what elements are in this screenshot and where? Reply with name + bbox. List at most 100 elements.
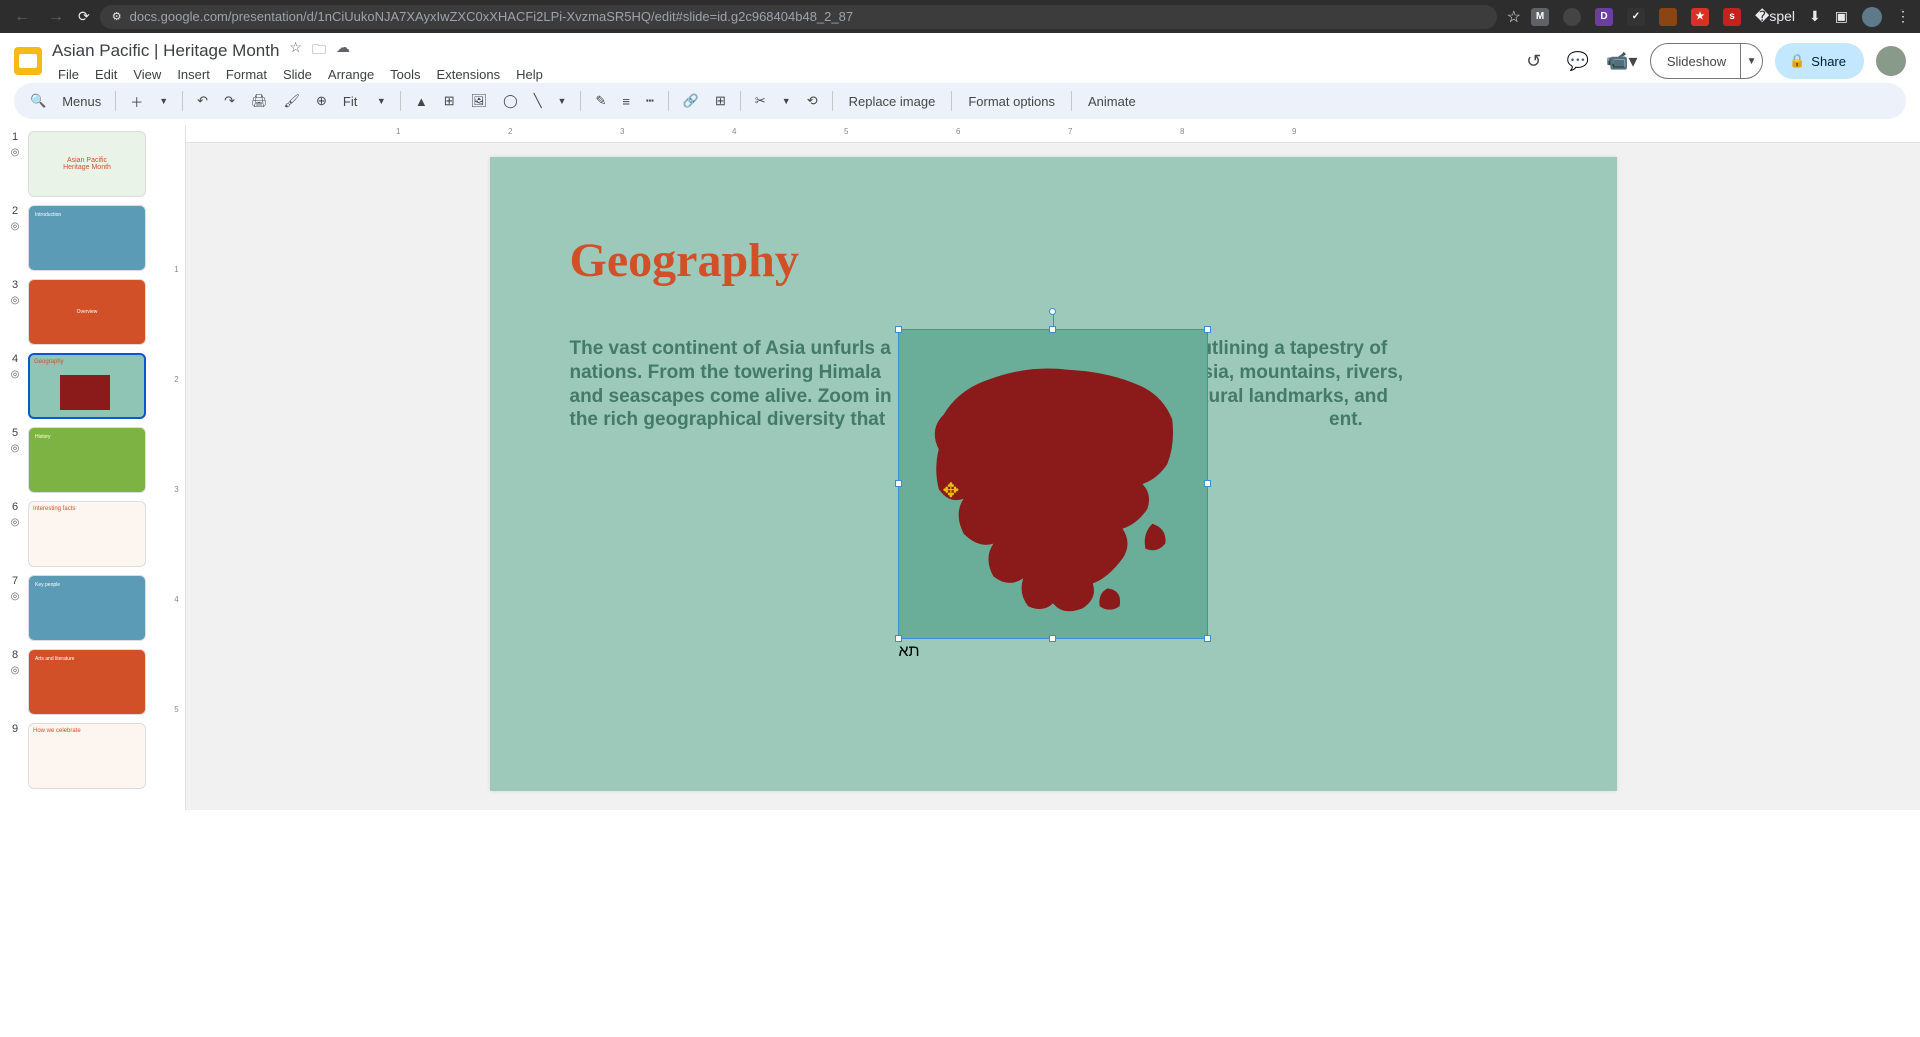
- line-dropdown-icon[interactable]: ▼: [552, 92, 573, 110]
- paint-format-icon[interactable]: 🖌: [277, 89, 306, 113]
- slides-logo-icon[interactable]: [14, 47, 42, 75]
- replace-image-button[interactable]: Replace image: [841, 90, 944, 113]
- menu-arrange[interactable]: Arrange: [322, 65, 380, 84]
- new-slide-icon[interactable]: ＋: [124, 88, 149, 115]
- search-icon[interactable]: 🔍: [24, 89, 52, 113]
- star-icon[interactable]: ☆: [1507, 7, 1521, 27]
- border-dash-icon[interactable]: ┅: [640, 89, 660, 113]
- zoom-dropdown-icon[interactable]: ▼: [371, 92, 392, 110]
- slide-thumb-9[interactable]: 9 How we celebrate: [8, 723, 160, 789]
- redo-icon[interactable]: ↷: [218, 89, 241, 113]
- slide-thumb-3[interactable]: 3◎ Overview: [8, 279, 160, 345]
- anim-icon: ◎: [11, 443, 20, 454]
- zoom-icon[interactable]: ⊕: [310, 89, 333, 113]
- menu-help[interactable]: Help: [510, 65, 549, 84]
- shape-icon[interactable]: ◯: [497, 89, 524, 113]
- resize-handle-br[interactable]: [1204, 635, 1211, 642]
- mask-dropdown-icon[interactable]: ▼: [776, 92, 797, 110]
- slide-thumb-4[interactable]: 4◎ Geography: [8, 353, 160, 419]
- move-doc-icon[interactable]: 🗀: [312, 39, 326, 63]
- menu-insert[interactable]: Insert: [171, 65, 216, 84]
- ext-doc-icon[interactable]: [1659, 8, 1677, 26]
- selected-image[interactable]: תא ✥: [898, 329, 1208, 639]
- select-tool-icon[interactable]: ▲: [409, 90, 434, 113]
- resize-handle-ml[interactable]: [895, 480, 902, 487]
- link-icon[interactable]: 🔗: [677, 89, 705, 113]
- resize-handle-bm[interactable]: [1049, 635, 1056, 642]
- profile-avatar-icon[interactable]: [1862, 7, 1882, 27]
- new-slide-dropdown-icon[interactable]: ▼: [153, 92, 174, 110]
- border-weight-icon[interactable]: ≡: [616, 90, 636, 113]
- resize-handle-mr[interactable]: [1204, 480, 1211, 487]
- reset-image-icon[interactable]: ⟲: [801, 89, 824, 113]
- cloud-status-icon[interactable]: ☁: [336, 39, 350, 63]
- ext-star-icon[interactable]: ★: [1691, 8, 1709, 26]
- extensions-icon[interactable]: �spel: [1755, 8, 1795, 25]
- comments-icon[interactable]: 💬: [1562, 45, 1594, 77]
- menu-format[interactable]: Format: [220, 65, 273, 84]
- back-icon[interactable]: ←: [10, 8, 34, 26]
- resize-handle-bl[interactable]: [895, 635, 902, 642]
- menu-slide[interactable]: Slide: [277, 65, 318, 84]
- slideshow-dropdown-icon[interactable]: ▼: [1740, 43, 1762, 79]
- border-color-icon[interactable]: ✎: [589, 89, 612, 113]
- browser-chrome: ← → ⟳ ⚙ docs.google.com/presentation/d/1…: [0, 0, 1920, 33]
- horizontal-ruler: 1 2 3 4 5 6 7 8 9: [186, 125, 1920, 143]
- menus-label[interactable]: Menus: [56, 90, 107, 113]
- slide-thumb-6[interactable]: 6◎ Interesting facts: [8, 501, 160, 567]
- ext-m-icon[interactable]: M: [1531, 8, 1549, 26]
- meet-icon[interactable]: 📹▾: [1606, 45, 1638, 77]
- menu-view[interactable]: View: [127, 65, 167, 84]
- resize-handle-tm[interactable]: [1049, 326, 1056, 333]
- download-icon[interactable]: ⬇: [1809, 8, 1821, 25]
- anim-icon: ◎: [11, 369, 20, 380]
- separator: [115, 91, 116, 111]
- ext-circle-icon[interactable]: [1563, 8, 1581, 26]
- menu-file[interactable]: File: [52, 65, 85, 84]
- print-icon[interactable]: 🖨: [245, 89, 274, 113]
- reload-icon[interactable]: ⟳: [78, 8, 90, 25]
- doc-title[interactable]: Asian Pacific | Heritage Month: [52, 41, 279, 61]
- slide-canvas[interactable]: Geography The vast continent of Asia unf…: [490, 157, 1617, 791]
- star-doc-icon[interactable]: ☆: [289, 39, 302, 63]
- slide-stage[interactable]: Geography The vast continent of Asia unf…: [186, 143, 1920, 810]
- line-icon[interactable]: ╲: [528, 89, 548, 113]
- forward-icon[interactable]: →: [44, 8, 68, 26]
- extension-icons: M D ✓ ★ s �spel ⬇ ▣ ⋮: [1531, 7, 1910, 27]
- slide-panel[interactable]: 1◎ Asian Pacific Heritage Month 2◎ Intro…: [0, 125, 168, 810]
- separator: [1071, 91, 1072, 111]
- comment-add-icon[interactable]: ⊞: [709, 89, 732, 113]
- share-button[interactable]: 🔒 Share: [1775, 43, 1864, 79]
- zoom-select[interactable]: Fit: [337, 90, 367, 113]
- animate-button[interactable]: Animate: [1080, 90, 1144, 113]
- format-options-button[interactable]: Format options: [960, 90, 1063, 113]
- user-avatar-icon[interactable]: [1876, 46, 1906, 76]
- resize-handle-tr[interactable]: [1204, 326, 1211, 333]
- menu-edit[interactable]: Edit: [89, 65, 123, 84]
- menu-tools[interactable]: Tools: [384, 65, 426, 84]
- history-icon[interactable]: ↺: [1518, 45, 1550, 77]
- undo-icon[interactable]: ↶: [191, 89, 214, 113]
- slideshow-button[interactable]: Slideshow ▼: [1650, 43, 1763, 79]
- ext-d-icon[interactable]: D: [1595, 8, 1613, 26]
- collapse-toolbar-icon[interactable]: ˆ: [1899, 6, 1904, 22]
- slide-thumb-5[interactable]: 5◎ History: [8, 427, 160, 493]
- address-bar[interactable]: ⚙ docs.google.com/presentation/d/1nCiUuk…: [100, 5, 1497, 29]
- crop-icon[interactable]: ✂: [749, 89, 772, 113]
- ext-check-icon[interactable]: ✓: [1627, 8, 1645, 26]
- site-info-icon[interactable]: ⚙: [112, 10, 122, 23]
- anim-icon: ◎: [11, 221, 20, 232]
- resize-handle-tl[interactable]: [895, 326, 902, 333]
- slide-heading[interactable]: Geography: [570, 233, 799, 288]
- slide-thumb-8[interactable]: 8◎ Arts and literature: [8, 649, 160, 715]
- ext-s-icon[interactable]: s: [1723, 8, 1741, 26]
- panel-icon[interactable]: ▣: [1835, 8, 1848, 25]
- slide-thumb-7[interactable]: 7◎ Key people: [8, 575, 160, 641]
- textbox-icon[interactable]: ⊞: [438, 89, 461, 113]
- rotate-handle[interactable]: [1049, 308, 1056, 315]
- image-icon[interactable]: 🖼: [465, 89, 494, 113]
- slide-thumb-2[interactable]: 2◎ Introduction: [8, 205, 160, 271]
- separator: [951, 91, 952, 111]
- menu-extensions[interactable]: Extensions: [431, 65, 507, 84]
- slide-thumb-1[interactable]: 1◎ Asian Pacific Heritage Month: [8, 131, 160, 197]
